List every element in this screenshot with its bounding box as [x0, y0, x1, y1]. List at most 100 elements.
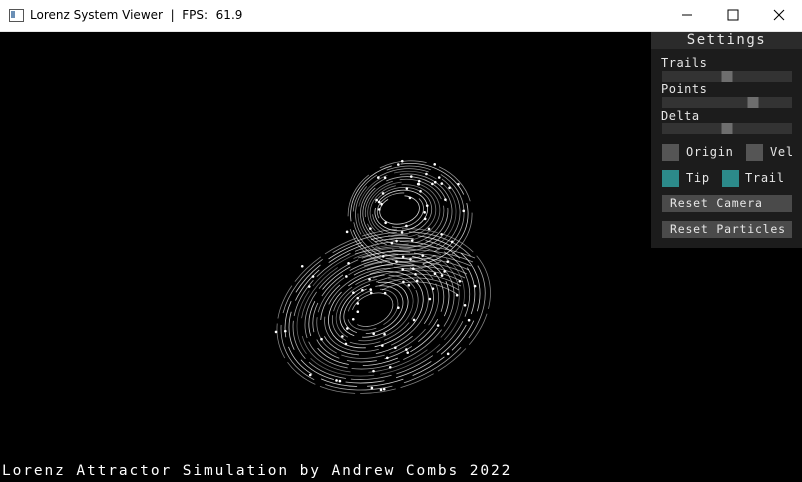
points-label: Points — [661, 82, 707, 96]
particle-tip — [406, 351, 409, 354]
attractor-orbit — [263, 208, 502, 413]
particle-tip — [434, 272, 437, 275]
reset-camera-button[interactable]: Reset Camera — [662, 195, 792, 212]
origin-label: Origin — [686, 145, 734, 159]
particle-tip — [378, 201, 381, 204]
maximize-button[interactable] — [710, 0, 756, 31]
particle-tip — [275, 331, 278, 334]
attractor-orbit — [353, 165, 463, 261]
particle-tip — [378, 208, 381, 211]
reset-particles-button[interactable]: Reset Particles — [662, 221, 792, 238]
particle-tip — [356, 297, 359, 300]
particle-tip — [383, 333, 386, 336]
attractor-orbit — [326, 266, 424, 353]
minimize-icon — [681, 9, 693, 21]
vel-checkbox[interactable] — [746, 144, 763, 161]
window-title: Lorenz System Viewer | FPS: 61.9 — [30, 8, 242, 22]
particle-tip — [402, 281, 405, 284]
trail-checkbox[interactable] — [722, 170, 739, 187]
tip-checkbox[interactable] — [662, 170, 679, 187]
minimize-button[interactable] — [664, 0, 710, 31]
particle-tip — [389, 366, 392, 369]
maximize-icon — [727, 9, 739, 21]
particle-tip — [405, 225, 408, 228]
particle-tip — [397, 163, 400, 166]
particle-tip — [409, 258, 412, 261]
particle-tip — [411, 239, 414, 242]
particle-tip — [372, 332, 375, 335]
particle-tip — [356, 310, 359, 313]
app-icon — [9, 9, 24, 22]
close-button[interactable] — [756, 0, 802, 31]
particle-tip — [395, 260, 398, 263]
close-icon — [773, 9, 785, 21]
settings-title: Settings — [651, 32, 802, 49]
particle-tip — [352, 291, 355, 294]
particle-tip — [432, 287, 435, 290]
particle-tip — [394, 346, 397, 349]
particle-tip — [383, 388, 386, 391]
particle-tip — [401, 160, 404, 163]
particle-tip — [356, 302, 359, 305]
particle-tip — [409, 197, 412, 200]
points-slider[interactable] — [662, 97, 792, 108]
particle-tip — [456, 294, 459, 297]
particle-tip — [347, 262, 350, 265]
particle-tip — [345, 343, 348, 346]
particle-tip — [301, 265, 304, 268]
particle-tip — [380, 203, 383, 206]
particle-tip — [339, 380, 342, 383]
particle-tip — [370, 292, 373, 295]
particle-tip — [410, 175, 413, 178]
particle-tip — [414, 273, 417, 276]
particle-tip — [369, 288, 372, 291]
particle-tip — [417, 183, 420, 186]
particle-tip — [468, 319, 471, 322]
delta-slider[interactable] — [662, 123, 792, 134]
attractor-orbit — [321, 262, 430, 358]
particle-tip — [418, 180, 421, 183]
particle-tip — [426, 204, 429, 207]
particle-tip — [391, 242, 394, 245]
particle-tip — [346, 327, 349, 330]
particle-tip — [320, 338, 323, 341]
particle-tip — [384, 176, 387, 179]
trails-slider-knob[interactable] — [722, 71, 733, 82]
particle-tip — [284, 330, 287, 333]
delta-slider-knob[interactable] — [722, 123, 733, 134]
attractor-trails — [254, 159, 514, 422]
particle-tip — [429, 298, 432, 301]
particle-tip — [382, 255, 385, 258]
particle-tip — [382, 192, 385, 195]
particle-tip — [341, 335, 344, 338]
particle-tip — [434, 181, 437, 184]
particle-tip — [352, 318, 355, 321]
trails-slider[interactable] — [662, 71, 792, 82]
particle-tip — [416, 280, 419, 283]
particle-tip — [447, 353, 450, 356]
trail-label: Trail — [745, 171, 785, 185]
particle-tip — [397, 306, 400, 309]
particle-tip — [369, 227, 372, 230]
particle-tip — [395, 240, 398, 243]
points-slider-knob[interactable] — [748, 97, 759, 108]
particle-tip — [384, 292, 387, 295]
particle-tip — [431, 183, 434, 186]
particle-tip — [423, 211, 426, 214]
particle-tip — [384, 222, 387, 225]
particle-tip — [346, 231, 349, 234]
title-bar[interactable]: Lorenz System Viewer | FPS: 61.9 — [0, 0, 802, 32]
particle-tip — [413, 319, 416, 322]
particle-tip — [451, 241, 454, 244]
particle-tip — [380, 389, 383, 392]
particle-tip — [440, 233, 443, 236]
particle-tip — [421, 254, 424, 257]
particle-tip — [405, 348, 408, 351]
particle-tip — [474, 285, 477, 288]
particle-tip — [438, 176, 441, 179]
particle-tip — [386, 357, 389, 360]
particle-tip — [459, 280, 462, 283]
particle-tip — [372, 370, 375, 373]
origin-checkbox[interactable] — [662, 144, 679, 161]
particle-tip — [375, 199, 378, 202]
